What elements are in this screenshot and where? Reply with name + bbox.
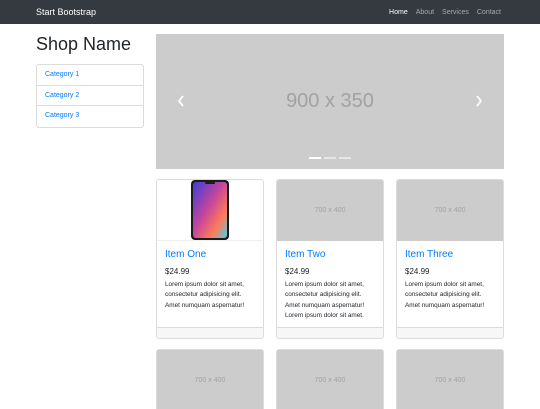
product-image-placeholder[interactable]: 700 x 400 [277, 180, 383, 241]
product-price: $24.99 [285, 267, 310, 276]
product-card-footer [157, 327, 263, 338]
chevron-right-icon[interactable] [474, 94, 484, 108]
nav-menu: Home About Services Contact [389, 0, 501, 24]
product-price: $24.99 [405, 267, 430, 276]
hero-carousel: 900 x 350 [156, 34, 504, 169]
product-title-link[interactable]: Item Two [285, 249, 375, 260]
product-card-row2-2: 700 x 400 [276, 349, 384, 409]
chevron-left-icon[interactable] [176, 94, 186, 108]
carousel-placeholder-text: 900 x 350 [286, 90, 374, 112]
product-title-link[interactable]: Item One [165, 249, 255, 260]
product-card-body: Item Three $24.99 Lorem ipsum dolor sit … [397, 241, 503, 311]
nav-contact-link[interactable]: Contact [477, 9, 501, 16]
carousel-indicator-3[interactable] [339, 157, 351, 159]
nav-home-link[interactable]: Home [389, 9, 408, 16]
product-card-item-three: 700 x 400 Item Three $24.99 Lorem ipsum … [396, 179, 504, 339]
shop-name-heading: Shop Name [36, 34, 132, 54]
product-description: Lorem ipsum dolor sit amet, consectetur … [165, 281, 245, 309]
category-item-3[interactable]: Category 3 [37, 106, 143, 127]
category-item-1[interactable]: Category 1 [37, 65, 143, 86]
product-card-body: Item One $24.99 Lorem ipsum dolor sit am… [157, 241, 263, 311]
product-card-row2-1: 700 x 400 [156, 349, 264, 409]
product-description: Lorem ipsum dolor sit amet, consectetur … [405, 281, 485, 309]
brand-link[interactable]: Start Bootstrap [36, 0, 96, 24]
smartphone-icon [191, 180, 229, 240]
product-image-placeholder[interactable]: 700 x 400 [157, 350, 263, 409]
product-image-phone[interactable] [157, 180, 263, 241]
product-card-item-two: 700 x 400 Item Two $24.99 Lorem ipsum do… [276, 179, 384, 339]
product-description: Lorem ipsum dolor sit amet, consectetur … [285, 281, 365, 320]
category-item-2[interactable]: Category 2 [37, 86, 143, 106]
product-title-link[interactable]: Item Three [405, 249, 495, 260]
product-image-placeholder[interactable]: 700 x 400 [277, 350, 383, 409]
carousel-indicator-1[interactable] [309, 157, 321, 159]
product-card-item-one: Item One $24.99 Lorem ipsum dolor sit am… [156, 179, 264, 339]
carousel-indicator-2[interactable] [324, 157, 336, 159]
top-navbar: Start Bootstrap Home About Services Cont… [0, 0, 540, 24]
category-list: Category 1 Category 2 Category 3 [36, 64, 144, 128]
product-card-footer [277, 327, 383, 338]
carousel-indicators [156, 157, 504, 159]
product-card-footer [397, 327, 503, 338]
product-card-body: Item Two $24.99 Lorem ipsum dolor sit am… [277, 241, 383, 322]
product-image-placeholder[interactable]: 700 x 400 [397, 180, 503, 241]
product-card-row2-3: 700 x 400 [396, 349, 504, 409]
product-price: $24.99 [165, 267, 190, 276]
nav-about-link[interactable]: About [416, 9, 434, 16]
product-image-placeholder[interactable]: 700 x 400 [397, 350, 503, 409]
nav-services-link[interactable]: Services [442, 9, 469, 16]
